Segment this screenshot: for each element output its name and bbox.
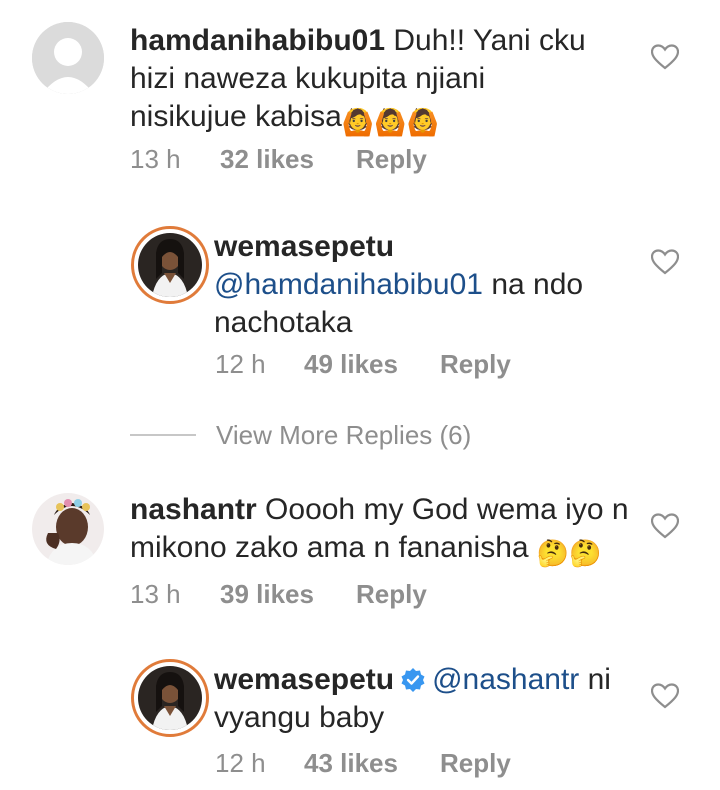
view-more-label[interactable]: View More Replies (6): [216, 420, 471, 451]
reply-body: wemasepetu @hamdanihabibu01 na ndo nacho…: [214, 228, 614, 342]
reply-button[interactable]: Reply: [440, 748, 511, 779]
comment-likes[interactable]: 39 likes: [220, 579, 314, 610]
heart-icon[interactable]: [651, 249, 679, 275]
reply-username[interactable]: wemasepetu: [214, 663, 394, 696]
heart-icon[interactable]: [651, 513, 679, 539]
reply-button[interactable]: Reply: [356, 579, 427, 610]
avatar[interactable]: [131, 659, 209, 737]
reply-button[interactable]: Reply: [440, 349, 511, 380]
comment-body: nashantr Ooooh my God wema iyo n mikono …: [130, 491, 630, 572]
heart-icon[interactable]: [651, 44, 679, 70]
avatar[interactable]: [32, 22, 104, 94]
divider: [130, 434, 196, 436]
avatar[interactable]: [131, 226, 209, 304]
avatar-photo: [138, 666, 202, 730]
reply-time: 12 h: [215, 349, 266, 379]
avatar[interactable]: [32, 493, 104, 565]
comment-likes[interactable]: 32 likes: [220, 144, 314, 175]
emoji-text: 🤔🤔: [536, 538, 602, 568]
reply-username[interactable]: wemasepetu: [214, 230, 394, 263]
avatar-photo: [138, 233, 202, 297]
mention-link[interactable]: @nashantr: [432, 663, 579, 696]
reply-time: 12 h: [215, 748, 266, 778]
verified-badge-icon: [401, 668, 425, 692]
heart-icon[interactable]: [651, 683, 679, 709]
default-avatar-icon: [32, 22, 104, 94]
reply-likes[interactable]: 49 likes: [304, 349, 398, 380]
reply-button[interactable]: Reply: [356, 144, 427, 175]
comment-body: hamdanihabibu01 Duh!! Yani cku hizi nawe…: [130, 22, 600, 141]
mention-link[interactable]: @hamdanihabibu01: [214, 268, 483, 301]
reply-likes[interactable]: 43 likes: [304, 748, 398, 779]
comment-username[interactable]: hamdanihabibu01: [130, 24, 385, 57]
comment-time: 13 h: [130, 579, 181, 609]
emoji-text: 🙆🙆🙆: [341, 107, 439, 137]
reply-body: wemasepetu @nashantr ni vyangu baby: [214, 661, 634, 737]
comment-username[interactable]: nashantr: [130, 493, 257, 526]
comment-time: 13 h: [130, 144, 181, 174]
